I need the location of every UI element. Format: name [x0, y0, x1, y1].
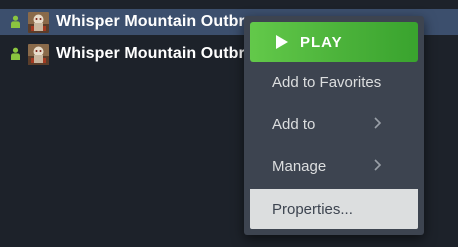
- menu-item-label: Properties...: [272, 200, 353, 218]
- play-button[interactable]: PLAY: [250, 22, 418, 62]
- game-thumbnail: [28, 43, 49, 65]
- menu-item-add-to-favorites[interactable]: Add to Favorites: [250, 62, 418, 102]
- context-menu: PLAY Add to Favorites Add to Manage Prop…: [244, 16, 424, 235]
- play-icon: [276, 35, 288, 49]
- game-title[interactable]: Whisper Mountain Outbr: [56, 13, 245, 31]
- menu-item-label: Add to: [272, 115, 316, 133]
- menu-item-add-to[interactable]: Add to: [250, 104, 418, 144]
- user-online-icon: [11, 15, 20, 28]
- menu-item-manage[interactable]: Manage: [250, 146, 418, 186]
- menu-item-label: Manage: [272, 157, 327, 175]
- play-label: PLAY: [300, 33, 343, 51]
- menu-item-label: Add to Favorites: [272, 73, 382, 91]
- game-thumbnail: [28, 11, 49, 33]
- chevron-right-icon: [374, 117, 382, 129]
- menu-item-properties[interactable]: Properties...: [250, 189, 418, 229]
- user-online-icon: [11, 47, 20, 60]
- game-title[interactable]: Whisper Mountain Outbr: [56, 45, 245, 63]
- chevron-right-icon: [374, 159, 382, 171]
